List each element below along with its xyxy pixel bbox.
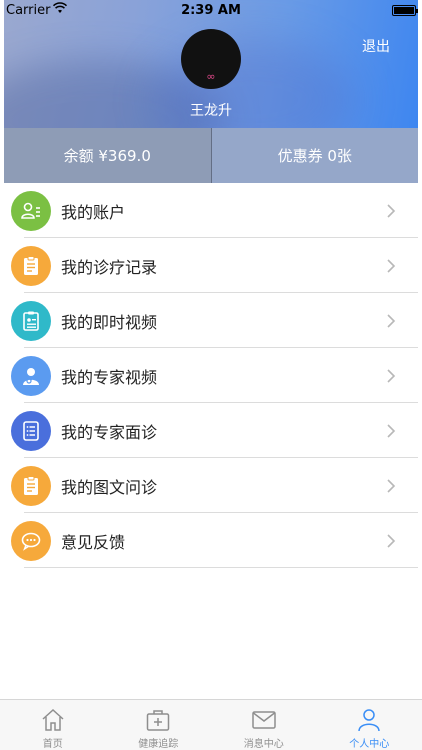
- clipboard-icon: [11, 245, 51, 286]
- battery-icon: [392, 5, 418, 16]
- medical-kit-icon: [147, 710, 170, 731]
- coupons-cell[interactable]: 优惠券 0张: [211, 128, 418, 183]
- user-name: 王龙升: [190, 103, 232, 119]
- chevron-right-icon: [387, 258, 396, 273]
- menu-item-expert-consultation[interactable]: 我的专家面诊: [4, 403, 418, 458]
- person-icon: [358, 709, 380, 732]
- avatar[interactable]: ∞: [181, 29, 241, 89]
- home-icon: [42, 708, 64, 731]
- clipboard-icon: [11, 465, 51, 506]
- tab-home-label: 首页: [42, 739, 63, 750]
- menu-item-instant-video[interactable]: 我的即时视频: [4, 293, 418, 348]
- chevron-right-icon: [387, 313, 396, 328]
- avatar-logo: ∞: [206, 70, 216, 83]
- menu-label-account: 我的账户: [61, 202, 126, 222]
- menu-label-text-consultation: 我的图文问诊: [61, 477, 158, 497]
- menu-item-feedback[interactable]: 意见反馈: [4, 513, 418, 568]
- chevron-right-icon: [387, 478, 396, 493]
- mail-icon: [252, 711, 276, 729]
- menu-label-medical-records: 我的诊疗记录: [61, 257, 158, 277]
- video-doc-icon: [11, 300, 51, 341]
- chat-bubble-icon: [11, 520, 51, 561]
- tab-messages[interactable]: 消息中心: [211, 700, 317, 750]
- tab-health-tracking-label: 健康追踪: [138, 739, 179, 750]
- menu-item-medical-records[interactable]: 我的诊疗记录: [4, 238, 418, 293]
- tab-profile-label: 个人中心: [349, 739, 390, 750]
- chevron-right-icon: [387, 203, 396, 218]
- logout-button[interactable]: 退出: [362, 36, 390, 56]
- balance-cell[interactable]: 余额 ¥369.0: [4, 128, 211, 183]
- account-stats: 余额 ¥369.0 优惠券 0张: [4, 128, 418, 183]
- menu-item-expert-video[interactable]: 我的专家视频: [4, 348, 418, 403]
- menu-item-text-consultation[interactable]: 我的图文问诊: [4, 458, 418, 513]
- menu-label-expert-video: 我的专家视频: [61, 367, 158, 387]
- chevron-right-icon: [387, 423, 396, 438]
- tab-messages-label: 消息中心: [243, 739, 284, 750]
- list-icon: [11, 410, 51, 451]
- chevron-right-icon: [387, 368, 396, 383]
- tab-profile[interactable]: 个人中心: [317, 700, 422, 750]
- menu-item-account[interactable]: 我的账户: [4, 183, 418, 238]
- menu-label-instant-video: 我的即时视频: [61, 312, 158, 332]
- menu-label-feedback: 意见反馈: [61, 532, 126, 552]
- menu-list: 我的账户 我的诊疗记录 我的即时视频 我的专家视频 我的专家面诊 我的图文问诊 …: [4, 183, 418, 568]
- chevron-right-icon: [387, 533, 396, 548]
- doctor-icon: [11, 355, 51, 396]
- tab-home[interactable]: 首页: [0, 700, 106, 750]
- account-icon: [11, 190, 51, 231]
- clock: 2:39 AM: [181, 3, 241, 18]
- tab-bar: 首页 健康追踪 消息中心 个人中心: [0, 699, 422, 750]
- status-bar: Carrier 2:39 AM: [0, 0, 422, 22]
- menu-label-expert-consultation: 我的专家面诊: [61, 422, 158, 442]
- tab-health-tracking[interactable]: 健康追踪: [106, 700, 212, 750]
